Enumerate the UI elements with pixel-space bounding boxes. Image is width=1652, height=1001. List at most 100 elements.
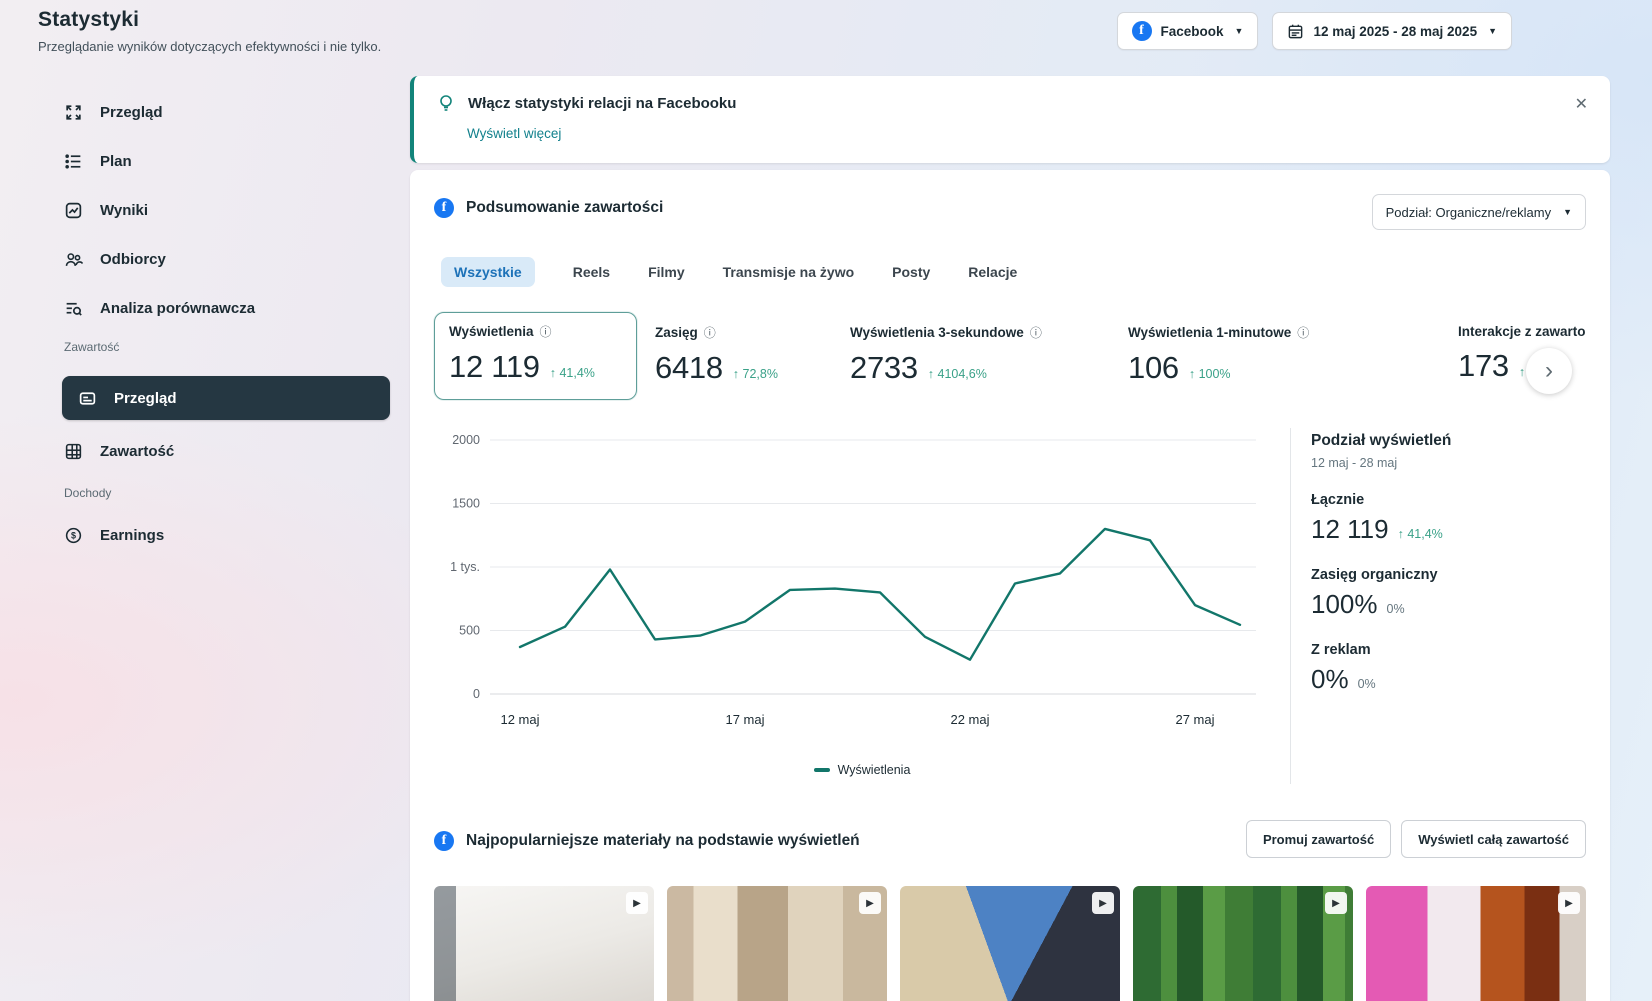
sidebar-item-label: Przegląd <box>114 390 177 407</box>
results-chart-icon <box>64 201 83 220</box>
metric-delta: ↑ 100% <box>1189 367 1231 381</box>
content-thumbnail-pink-art[interactable]: ▶ <box>1366 886 1586 1001</box>
split-dropdown[interactable]: Podział: Organiczne/reklamy ▼ <box>1372 194 1586 230</box>
content-grid-icon <box>64 442 83 461</box>
content-thumbnail-trees[interactable]: ▶ <box>1133 886 1353 1001</box>
list-icon <box>64 152 83 171</box>
sidebar-item-label: Wyniki <box>100 202 148 219</box>
breakdown-row-label: Łącznie <box>1311 492 1586 508</box>
sidebar: Przegląd Plan Wyniki Odbiorcy Analiza po… <box>40 95 390 567</box>
sidebar-item-wyniki[interactable]: Wyniki <box>40 193 390 227</box>
metric-label: Interakcje z zawartością <box>1458 324 1586 339</box>
metric-card-zasieg[interactable]: Zasięg ⓘ 6418 ↑ 72,8% <box>655 312 850 400</box>
sidebar-item-label: Analiza porównawcza <box>100 300 255 317</box>
page-title: Statystyki <box>38 8 381 32</box>
sidebar-item-content-zawartosc[interactable]: Zawartość <box>40 434 390 468</box>
svg-text:500: 500 <box>459 624 480 638</box>
dollar-circle-icon: $ <box>64 526 83 545</box>
sidebar-item-label: Odbiorcy <box>100 251 166 268</box>
sidebar-item-earnings[interactable]: $ Earnings <box>40 518 390 552</box>
svg-text:2000: 2000 <box>452 433 480 447</box>
metric-value: 6418 <box>655 350 723 386</box>
tab-relacje[interactable]: Relacje <box>968 264 1017 280</box>
calendar-icon <box>1287 23 1304 40</box>
sidebar-item-label: Zawartość <box>100 443 174 460</box>
info-icon[interactable]: ⓘ <box>1297 324 1309 341</box>
metric-value: 106 <box>1128 350 1179 386</box>
top-content-thumbnails: ▶ ▶ ▶ ▶ ▶ <box>434 886 1586 1001</box>
svg-text:12 maj: 12 maj <box>500 712 539 727</box>
info-icon[interactable]: ⓘ <box>540 323 552 340</box>
close-icon[interactable]: ✕ <box>1575 94 1588 114</box>
sidebar-item-content-przeglad[interactable]: Przegląd <box>62 376 390 420</box>
content-thumbnail-living-room[interactable]: ▶ <box>434 886 654 1001</box>
sidebar-item-label: Przegląd <box>100 104 163 121</box>
page-subtitle: Przeglądanie wyników dotyczących efektyw… <box>38 39 381 54</box>
info-icon[interactable]: ⓘ <box>704 324 716 341</box>
lightbulb-icon <box>436 93 456 113</box>
metric-delta-value: 41,4% <box>559 366 594 380</box>
svg-text:$: $ <box>71 530 76 540</box>
breakdown-row-label: Z reklam <box>1311 642 1586 658</box>
svg-text:22 maj: 22 maj <box>950 712 989 727</box>
metric-label: Wyświetlenia 3-sekundowe <box>850 325 1024 340</box>
chevron-down-icon: ▼ <box>1563 207 1572 217</box>
audience-people-icon <box>64 250 83 269</box>
tab-reels[interactable]: Reels <box>573 264 610 280</box>
tab-filmy[interactable]: Filmy <box>648 264 685 280</box>
breakdown-delta-value: 41,4% <box>1407 527 1442 541</box>
info-icon[interactable]: ⓘ <box>1030 324 1042 341</box>
metrics-scroll-right-button[interactable]: › <box>1526 348 1572 394</box>
content-summary-card: f Podsumowanie zawartości Podział: Organ… <box>410 170 1610 1001</box>
views-chart-block: 05001 tys.1500200012 maj17 maj22 maj27 m… <box>434 426 1290 784</box>
metric-card-wyswietlenia-3-sekundowe[interactable]: Wyświetlenia 3-sekundowe ⓘ 2733 ↑ 4104,6… <box>850 312 1128 400</box>
svg-text:1 tys.: 1 tys. <box>450 560 480 574</box>
metric-card-wyswietlenia[interactable]: Wyświetlenia ⓘ 12 119 ↑ 41,4% <box>434 312 637 400</box>
tab-posty[interactable]: Posty <box>892 264 930 280</box>
metric-delta: ↑ 4104,6% <box>928 367 987 381</box>
svg-text:0: 0 <box>473 687 480 701</box>
svg-text:1500: 1500 <box>452 497 480 511</box>
banner-see-more-link[interactable]: Wyświetl więcej <box>467 126 1588 141</box>
up-arrow-icon: ↑ <box>733 367 739 381</box>
up-arrow-icon: ↑ <box>550 366 556 380</box>
sidebar-item-odbiorcy[interactable]: Odbiorcy <box>40 242 390 276</box>
tab-transmisje-na-zywo[interactable]: Transmisje na żywo <box>723 264 855 280</box>
top-content-title: Najpopularniejsze materiały na podstawie… <box>466 832 860 850</box>
platform-label: Facebook <box>1161 24 1224 39</box>
metric-value: 2733 <box>850 350 918 386</box>
breakdown-date-range: 12 maj - 28 maj <box>1311 456 1586 470</box>
breakdown-row-delta: 0% <box>1387 602 1405 616</box>
view-all-content-button[interactable]: Wyświetl całą zawartość <box>1401 820 1586 858</box>
content-thumbnail-building[interactable]: ▶ <box>900 886 1120 1001</box>
breakdown-row-delta: 0% <box>1358 677 1376 691</box>
chevron-down-icon: ▼ <box>1235 26 1244 36</box>
benchmark-search-icon <box>64 299 83 318</box>
content-type-tabs: Wszystkie Reels Filmy Transmisje na żywo… <box>434 255 1586 289</box>
platform-selector[interactable]: f Facebook ▼ <box>1117 12 1259 50</box>
facebook-icon: f <box>434 831 454 851</box>
breakdown-row-value: 0% <box>1311 664 1349 695</box>
svg-text:27 maj: 27 maj <box>1175 712 1214 727</box>
sidebar-item-analiza-porownawcza[interactable]: Analiza porównawcza <box>40 291 390 325</box>
split-dropdown-label: Podział: Organiczne/reklamy <box>1386 205 1551 220</box>
play-icon: ▶ <box>859 892 881 914</box>
breakdown-row-label: Zasięg organiczny <box>1311 567 1586 583</box>
play-icon: ▶ <box>1558 892 1580 914</box>
sidebar-item-label: Earnings <box>100 527 164 544</box>
content-thumbnail-bathroom[interactable]: ▶ <box>667 886 887 1001</box>
stories-insights-banner: Włącz statystyki relacji na Facebooku Wy… <box>410 76 1610 163</box>
tab-wszystkie[interactable]: Wszystkie <box>441 257 535 287</box>
date-range-selector[interactable]: 12 maj 2025 - 28 maj 2025 ▼ <box>1272 12 1512 50</box>
sidebar-item-plan[interactable]: Plan <box>40 144 390 178</box>
metric-label: Zasięg <box>655 325 698 340</box>
sidebar-item-przeglad[interactable]: Przegląd <box>40 95 390 129</box>
play-icon: ▶ <box>1325 892 1347 914</box>
banner-title: Włącz statystyki relacji na Facebooku <box>468 95 736 112</box>
metric-value: 12 119 <box>449 349 540 385</box>
breakdown-row-value: 12 119 <box>1311 514 1389 545</box>
promote-content-button[interactable]: Promuj zawartość <box>1246 820 1391 858</box>
metric-card-wyswietlenia-1-minutowe[interactable]: Wyświetlenia 1-minutowe ⓘ 106 ↑ 100% <box>1128 312 1458 400</box>
sidebar-section-zawartosc: Zawartość <box>40 340 390 360</box>
metric-delta: ↑ 41,4% <box>550 366 595 380</box>
